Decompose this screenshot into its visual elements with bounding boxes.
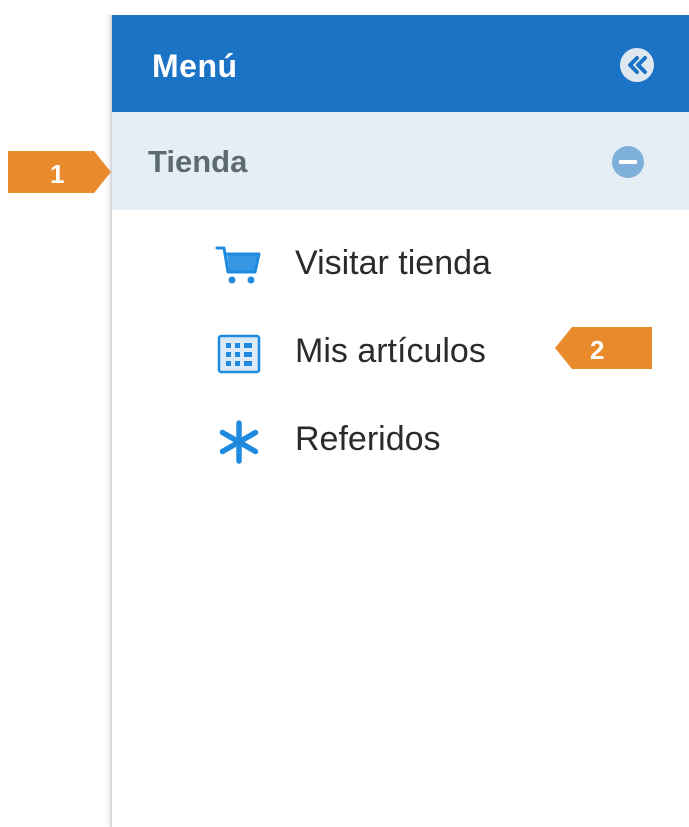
collapse-menu-button[interactable] — [620, 48, 654, 82]
menu-header: Menú — [112, 15, 689, 112]
grid-list-icon — [217, 334, 261, 374]
callout-marker-2: 2 — [555, 327, 652, 369]
callout-label: 2 — [590, 335, 605, 365]
cart-icon — [215, 246, 261, 284]
nav-item-label: Referidos — [295, 420, 441, 458]
section-tienda[interactable]: Tienda — [112, 112, 689, 210]
minus-circle-icon[interactable] — [612, 146, 644, 178]
nav-item-visitar-tienda[interactable]: Visitar tienda — [207, 232, 627, 296]
nav-item-referidos[interactable]: Referidos — [207, 408, 627, 472]
section-title: Tienda — [148, 144, 248, 179]
sidebar-menu: Menú Tienda Visitar tienda Mis artículos… — [110, 15, 689, 827]
nav-item-label: Mis artículos — [295, 332, 486, 370]
menu-title: Menú — [152, 48, 238, 84]
nav-item-label: Visitar tienda — [295, 244, 491, 282]
callout-label: 1 — [50, 159, 65, 189]
double-chevron-left-icon — [628, 56, 647, 74]
asterisk-icon — [219, 420, 259, 464]
callout-marker-1: 1 — [8, 151, 111, 193]
